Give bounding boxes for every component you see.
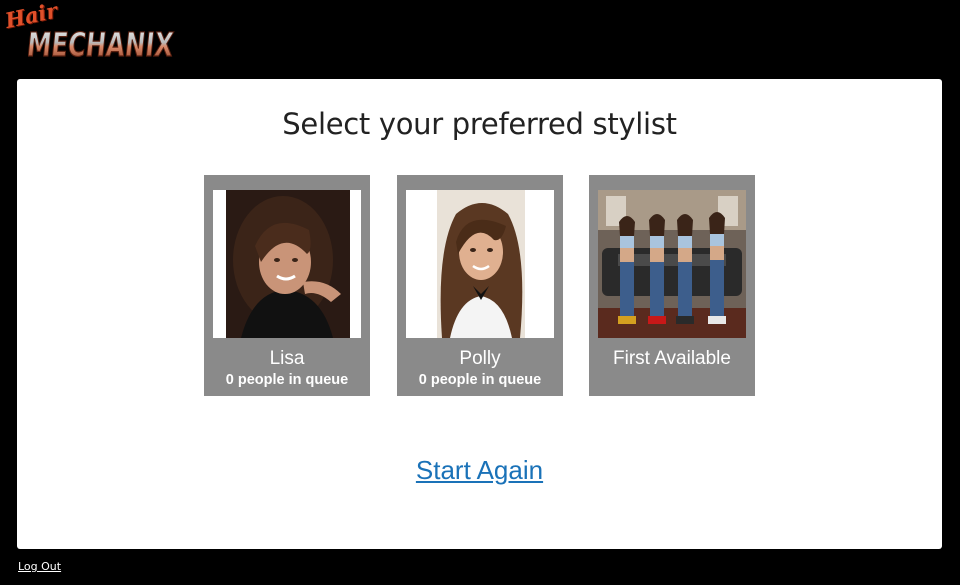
stylist-name: First Available [613, 348, 731, 369]
stylist-queue-count: 0 people in queue [418, 372, 542, 388]
stylist-name: Lisa [269, 348, 305, 369]
stylist-name: Polly [459, 348, 501, 369]
stylist-card-lisa[interactable]: Lisa 0 people in queue [204, 175, 370, 396]
stylist-card-first-available[interactable]: First Available [589, 175, 755, 396]
logo-wordmark: MECHANIX [28, 24, 176, 64]
logo-main-text: MECHANIX [28, 25, 175, 64]
page-title: Select your preferred stylist [282, 107, 677, 141]
start-again-container: Start Again [17, 455, 942, 486]
stylist-card-polly[interactable]: Polly 0 people in queue [397, 175, 563, 396]
log-out-link[interactable]: Log Out [18, 560, 61, 573]
stylist-photo-lisa [213, 190, 361, 338]
stylist-photo-group [598, 190, 746, 338]
main-card: Select your preferred stylist Lisa 0 peo… [17, 79, 942, 549]
start-again-link[interactable]: Start Again [416, 455, 543, 485]
stylist-queue-count: 0 people in queue [225, 372, 349, 388]
brand-logo: Hair MECHANIX [3, 0, 180, 64]
stylist-photo-polly [406, 190, 554, 338]
